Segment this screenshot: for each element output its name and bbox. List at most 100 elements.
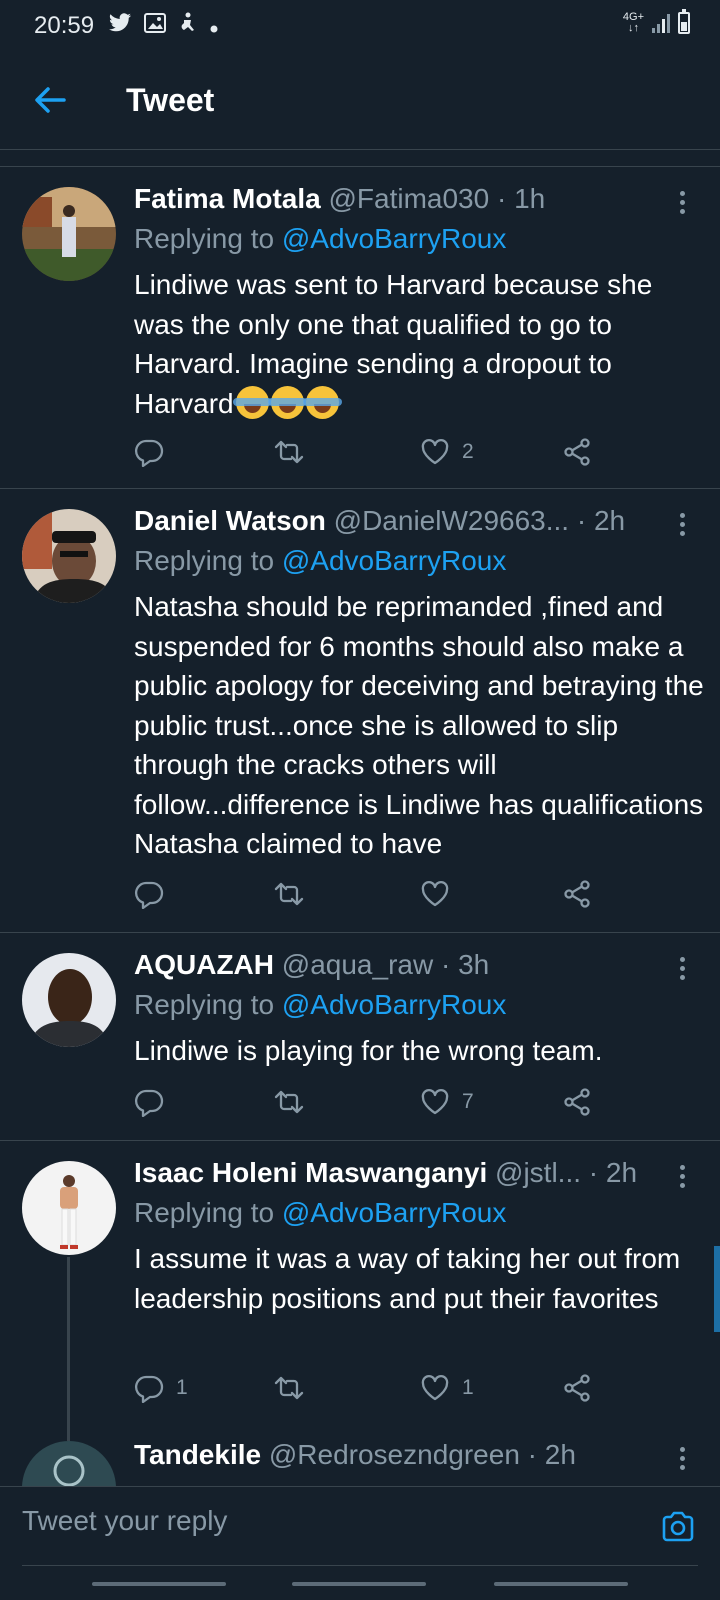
- author-name[interactable]: AQUAZAH: [134, 949, 274, 980]
- share-icon: [564, 438, 590, 466]
- heart-icon: [421, 439, 449, 465]
- more-vertical-icon[interactable]: [680, 1447, 686, 1471]
- tweet-time: · 1h: [496, 183, 546, 214]
- reply-count: 1: [176, 1376, 188, 1399]
- retweet-button[interactable]: [274, 1373, 316, 1403]
- status-time: 20:59: [34, 12, 95, 39]
- reply-tweet[interactable]: Isaac Holeni Maswanganyi @jstl... · 2h R…: [0, 1141, 720, 1441]
- more-vertical-icon[interactable]: [680, 957, 686, 981]
- tweet-text: Lindiwe was sent to Harvard because she …: [134, 269, 653, 419]
- more-vertical-icon[interactable]: [680, 513, 686, 537]
- author-name[interactable]: Daniel Watson: [134, 505, 326, 536]
- share-icon: [564, 1088, 590, 1116]
- tweet-header: Tandekile @Redroseznd​green · 2h: [134, 1439, 660, 1471]
- share-button[interactable]: [562, 1373, 592, 1403]
- reply-tweet[interactable]: Tandekile @Redroseznd​green · 2h: [0, 1439, 720, 1486]
- share-button[interactable]: [562, 1087, 592, 1117]
- nav-recent-button[interactable]: [92, 1582, 226, 1586]
- reply-button[interactable]: [134, 1087, 176, 1117]
- like-button[interactable]: 1: [420, 1373, 474, 1403]
- thread-connector: [67, 1257, 70, 1441]
- tweet-time: · 2h: [576, 505, 626, 536]
- retweet-button[interactable]: [274, 1087, 316, 1117]
- author-handle: @jstl...: [495, 1157, 582, 1188]
- heart-icon: [421, 1375, 449, 1401]
- reply-input[interactable]: Tweet your reply: [22, 1505, 227, 1537]
- share-button[interactable]: [562, 879, 592, 909]
- twitter-bird-icon: [108, 12, 132, 40]
- author-handle: @aqua_raw: [281, 949, 434, 980]
- share-icon: [564, 1374, 590, 1402]
- accessibility-notification-icon: [178, 12, 198, 41]
- status-indicators: 4G+ ↓↑: [622, 9, 690, 34]
- tweet-time: · 2h: [527, 1439, 576, 1470]
- tears-of-joy-emoji-icon: [302, 385, 342, 419]
- like-count: 1: [462, 1376, 474, 1399]
- heart-icon: [421, 881, 449, 907]
- battery-icon: [678, 9, 690, 34]
- like-button[interactable]: 7: [420, 1087, 474, 1117]
- avatar[interactable]: [22, 187, 116, 281]
- camera-icon[interactable]: [660, 1509, 696, 1545]
- author-name[interactable]: Tandekile: [134, 1439, 261, 1470]
- mention-link[interactable]: @AdvoBarryRoux: [282, 223, 507, 254]
- retweet-button[interactable]: [274, 879, 316, 909]
- like-button[interactable]: 2: [420, 437, 474, 467]
- like-count: 7: [462, 1090, 474, 1113]
- replying-to: Replying to @AdvoBarryRoux: [134, 1197, 507, 1228]
- more-vertical-icon[interactable]: [680, 191, 686, 215]
- author-handle: @DanielW29663...: [333, 505, 570, 536]
- avatar[interactable]: [22, 953, 116, 1047]
- like-button[interactable]: [420, 879, 462, 909]
- reply-button[interactable]: [134, 879, 176, 909]
- reply-tweet[interactable]: Daniel Watson @DanielW29663... · 2h Repl…: [0, 489, 720, 933]
- reply-tweet[interactable]: Fatima Motala @Fatima030 · 1h Replying t…: [0, 167, 720, 489]
- mention-link[interactable]: @AdvoBarryRoux: [282, 545, 507, 576]
- tweet-header: Isaac Holeni Maswanganyi @jstl... · 2h: [134, 1157, 660, 1189]
- more-vertical-icon[interactable]: [680, 1165, 686, 1189]
- tweet-time: · 3h: [440, 949, 490, 980]
- reply-tweet[interactable]: AQUAZAH @aqua_raw · 3h Replying to @Advo…: [0, 933, 720, 1141]
- reply-button[interactable]: 1: [134, 1373, 188, 1403]
- share-button[interactable]: [562, 437, 592, 467]
- notification-dot-icon: [210, 12, 218, 40]
- signal-icon: [652, 13, 670, 33]
- reply-icon: [134, 439, 164, 467]
- replies-feed[interactable]: Fatima Motala @Fatima030 · 1h Replying t…: [0, 166, 720, 1486]
- page-title: Tweet: [126, 82, 215, 118]
- tears-of-joy-emoji-icon: [267, 385, 307, 419]
- mention-link[interactable]: @AdvoBarryRoux: [282, 1197, 507, 1228]
- reply-button[interactable]: [134, 437, 176, 467]
- tweet-text: I assume it was a way of taking her out …: [134, 1243, 681, 1314]
- tweet-header: Fatima Motala @Fatima030 · 1h: [134, 183, 660, 215]
- author-handle: @Redroseznd​green: [268, 1439, 520, 1470]
- scrollbar[interactable]: [714, 1246, 720, 1332]
- nav-back-button[interactable]: [494, 1582, 628, 1586]
- like-count: 2: [462, 440, 474, 463]
- system-nav-bar: [0, 1566, 720, 1600]
- tweet-text: Lindiwe is playing for the wrong team.: [134, 1035, 603, 1066]
- heart-icon: [421, 1089, 449, 1115]
- arrow-left-icon[interactable]: [32, 82, 68, 118]
- network-type: 4G+ ↓↑: [622, 11, 644, 34]
- tweet-actions: 2: [134, 437, 614, 473]
- avatar[interactable]: [22, 1161, 116, 1255]
- avatar[interactable]: [22, 509, 116, 603]
- retweet-icon: [274, 440, 304, 464]
- retweet-icon: [274, 1090, 304, 1114]
- reply-icon: [134, 1089, 164, 1117]
- avatar[interactable]: [22, 1441, 116, 1486]
- retweet-button[interactable]: [274, 437, 316, 467]
- top-app-bar: Tweet: [0, 52, 720, 150]
- tweet-actions: 7: [134, 1087, 614, 1123]
- replying-to: Replying to @AdvoBarryRoux: [134, 545, 507, 576]
- mention-link[interactable]: @AdvoBarryRoux: [282, 989, 507, 1020]
- image-notification-icon: [144, 12, 167, 40]
- tweet-header: AQUAZAH @aqua_raw · 3h: [134, 949, 660, 981]
- reply-icon: [134, 1375, 164, 1403]
- author-name[interactable]: Fatima Motala: [134, 183, 321, 214]
- tweet-actions: [134, 879, 614, 915]
- tweet-header: Daniel Watson @DanielW29663... · 2h: [134, 505, 660, 537]
- nav-home-button[interactable]: [292, 1582, 426, 1586]
- author-name[interactable]: Isaac Holeni Maswanganyi: [134, 1157, 487, 1188]
